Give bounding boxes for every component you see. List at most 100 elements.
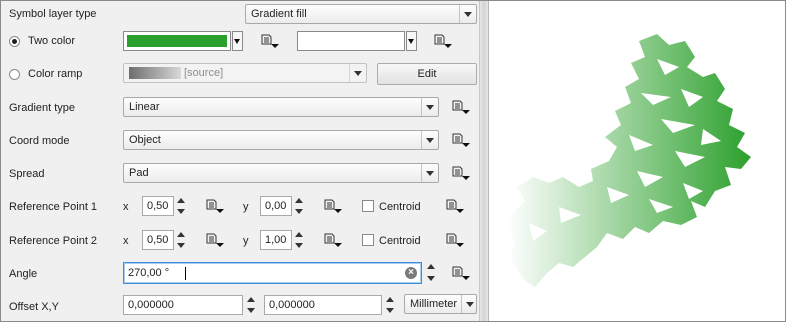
spin-down-icon[interactable] bbox=[174, 206, 188, 216]
color1-swatch bbox=[127, 35, 227, 47]
offset-y-input[interactable]: 0,000000 bbox=[264, 295, 382, 315]
spin-up-icon[interactable] bbox=[292, 196, 306, 206]
chevron-down-icon bbox=[459, 5, 476, 23]
spread-combo[interactable]: Pad bbox=[123, 163, 439, 183]
gradient-type-value: Linear bbox=[129, 101, 160, 113]
angle-input[interactable]: 270,00 ° × bbox=[123, 262, 422, 284]
symbol-properties-dialog: Symbol layer type Gradient fill Two colo… bbox=[0, 0, 786, 322]
color1-button[interactable] bbox=[123, 31, 231, 51]
data-defined-override-icon[interactable] bbox=[445, 232, 465, 248]
color2-swatch bbox=[301, 35, 401, 47]
ref1-y-input[interactable]: 0,00 bbox=[260, 196, 292, 216]
angle-value: 270,00 ° bbox=[128, 267, 170, 279]
reference-point-2-label: Reference Point 2 bbox=[9, 235, 98, 247]
text-caret bbox=[185, 267, 186, 280]
data-defined-override-icon[interactable] bbox=[451, 165, 471, 181]
coord-mode-value: Object bbox=[129, 134, 161, 146]
color-ramp-value: [source] bbox=[184, 67, 224, 79]
color1-dropdown-button[interactable] bbox=[232, 31, 243, 51]
symbol-layer-panel: Symbol layer type Gradient fill Two colo… bbox=[1, 1, 479, 321]
color-ramp-radio[interactable] bbox=[9, 69, 20, 80]
ref2-x-value: 0,50 bbox=[147, 234, 169, 246]
data-defined-override-icon[interactable] bbox=[451, 99, 471, 115]
offset-x-spinbox-arrows-icon[interactable] bbox=[244, 295, 258, 315]
color-ramp-preview bbox=[129, 67, 181, 79]
panel-splitter[interactable] bbox=[479, 1, 489, 321]
spin-up-icon[interactable] bbox=[174, 230, 188, 240]
angle-spinbox-arrows-icon[interactable] bbox=[424, 262, 438, 284]
data-defined-override-icon[interactable] bbox=[323, 198, 343, 214]
ref2-y-label: y bbox=[243, 235, 249, 247]
spin-up-icon[interactable] bbox=[244, 295, 258, 305]
spin-up-icon[interactable] bbox=[424, 262, 438, 272]
symbol-layer-type-label: Symbol layer type bbox=[9, 8, 97, 20]
ref1-x-spinbox-arrows-icon[interactable] bbox=[174, 196, 188, 216]
offset-unit-value: Millimeter bbox=[410, 298, 458, 310]
ref1-x-label: x bbox=[123, 201, 129, 213]
spin-down-icon[interactable] bbox=[292, 240, 306, 250]
coord-mode-combo[interactable]: Object bbox=[123, 130, 439, 150]
ref1-y-label: y bbox=[243, 201, 249, 213]
ref2-centroid-label: Centroid bbox=[379, 235, 421, 247]
clear-field-icon[interactable]: × bbox=[405, 267, 417, 279]
color-ramp-label: Color ramp bbox=[28, 68, 83, 80]
offset-label: Offset X,Y bbox=[9, 301, 59, 313]
chevron-down-icon bbox=[421, 98, 438, 116]
color-ramp-combo[interactable]: [source] bbox=[123, 63, 367, 83]
spin-up-icon[interactable] bbox=[174, 196, 188, 206]
ref2-y-spinbox-arrows-icon[interactable] bbox=[292, 230, 306, 250]
data-defined-override-icon[interactable] bbox=[445, 198, 465, 214]
angle-label: Angle bbox=[9, 268, 38, 280]
data-defined-override-icon[interactable] bbox=[433, 33, 453, 49]
data-defined-override-icon[interactable] bbox=[205, 198, 225, 214]
ref1-y-value: 0,00 bbox=[265, 200, 287, 212]
data-defined-override-icon[interactable] bbox=[205, 232, 225, 248]
ref2-x-spinbox-arrows-icon[interactable] bbox=[174, 230, 188, 250]
spin-down-icon[interactable] bbox=[292, 206, 306, 216]
gradient-fill-preview-shape bbox=[507, 34, 751, 287]
data-defined-override-icon[interactable] bbox=[260, 33, 280, 49]
symbol-layer-type-value: Gradient fill bbox=[251, 8, 307, 20]
ref1-centroid-label: Centroid bbox=[379, 201, 421, 213]
edit-ramp-button[interactable]: Edit bbox=[377, 63, 477, 85]
two-color-label: Two color bbox=[28, 35, 76, 47]
data-defined-override-icon[interactable] bbox=[451, 265, 471, 281]
chevron-down-icon bbox=[349, 64, 366, 82]
offset-unit-combo[interactable]: Millimeter bbox=[404, 294, 477, 314]
symbol-layer-type-combo[interactable]: Gradient fill bbox=[245, 4, 477, 24]
spin-up-icon[interactable] bbox=[383, 295, 397, 305]
ref2-y-value: 1,00 bbox=[265, 234, 287, 246]
offset-y-spinbox-arrows-icon[interactable] bbox=[383, 295, 397, 315]
ref1-x-input[interactable]: 0,50 bbox=[142, 196, 174, 216]
reference-point-1-label: Reference Point 1 bbox=[9, 201, 98, 213]
spread-value: Pad bbox=[129, 167, 149, 179]
gradient-type-label: Gradient type bbox=[9, 102, 76, 114]
ref2-y-input[interactable]: 1,00 bbox=[260, 230, 292, 250]
spin-down-icon[interactable] bbox=[174, 240, 188, 250]
offset-x-value: 0,000000 bbox=[128, 299, 174, 311]
chevron-down-icon bbox=[421, 164, 438, 182]
spin-down-icon[interactable] bbox=[383, 305, 397, 315]
spin-down-icon[interactable] bbox=[424, 273, 438, 283]
spin-down-icon[interactable] bbox=[244, 305, 258, 315]
spin-up-icon[interactable] bbox=[292, 230, 306, 240]
ref2-x-label: x bbox=[123, 235, 129, 247]
offset-y-value: 0,000000 bbox=[269, 299, 315, 311]
offset-x-input[interactable]: 0,000000 bbox=[123, 295, 243, 315]
symbol-preview bbox=[489, 1, 785, 321]
color2-button[interactable] bbox=[297, 31, 405, 51]
spread-label: Spread bbox=[9, 168, 45, 180]
chevron-down-icon bbox=[421, 131, 438, 149]
chevron-down-icon bbox=[461, 295, 476, 313]
ref1-centroid-checkbox[interactable] bbox=[362, 200, 374, 212]
coord-mode-label: Coord mode bbox=[9, 135, 70, 147]
color2-dropdown-button[interactable] bbox=[406, 31, 417, 51]
ref1-y-spinbox-arrows-icon[interactable] bbox=[292, 196, 306, 216]
two-color-radio[interactable] bbox=[9, 36, 20, 47]
ref1-x-value: 0,50 bbox=[147, 200, 169, 212]
ref2-x-input[interactable]: 0,50 bbox=[142, 230, 174, 250]
ref2-centroid-checkbox[interactable] bbox=[362, 234, 374, 246]
data-defined-override-icon[interactable] bbox=[323, 232, 343, 248]
gradient-type-combo[interactable]: Linear bbox=[123, 97, 439, 117]
data-defined-override-icon[interactable] bbox=[451, 132, 471, 148]
